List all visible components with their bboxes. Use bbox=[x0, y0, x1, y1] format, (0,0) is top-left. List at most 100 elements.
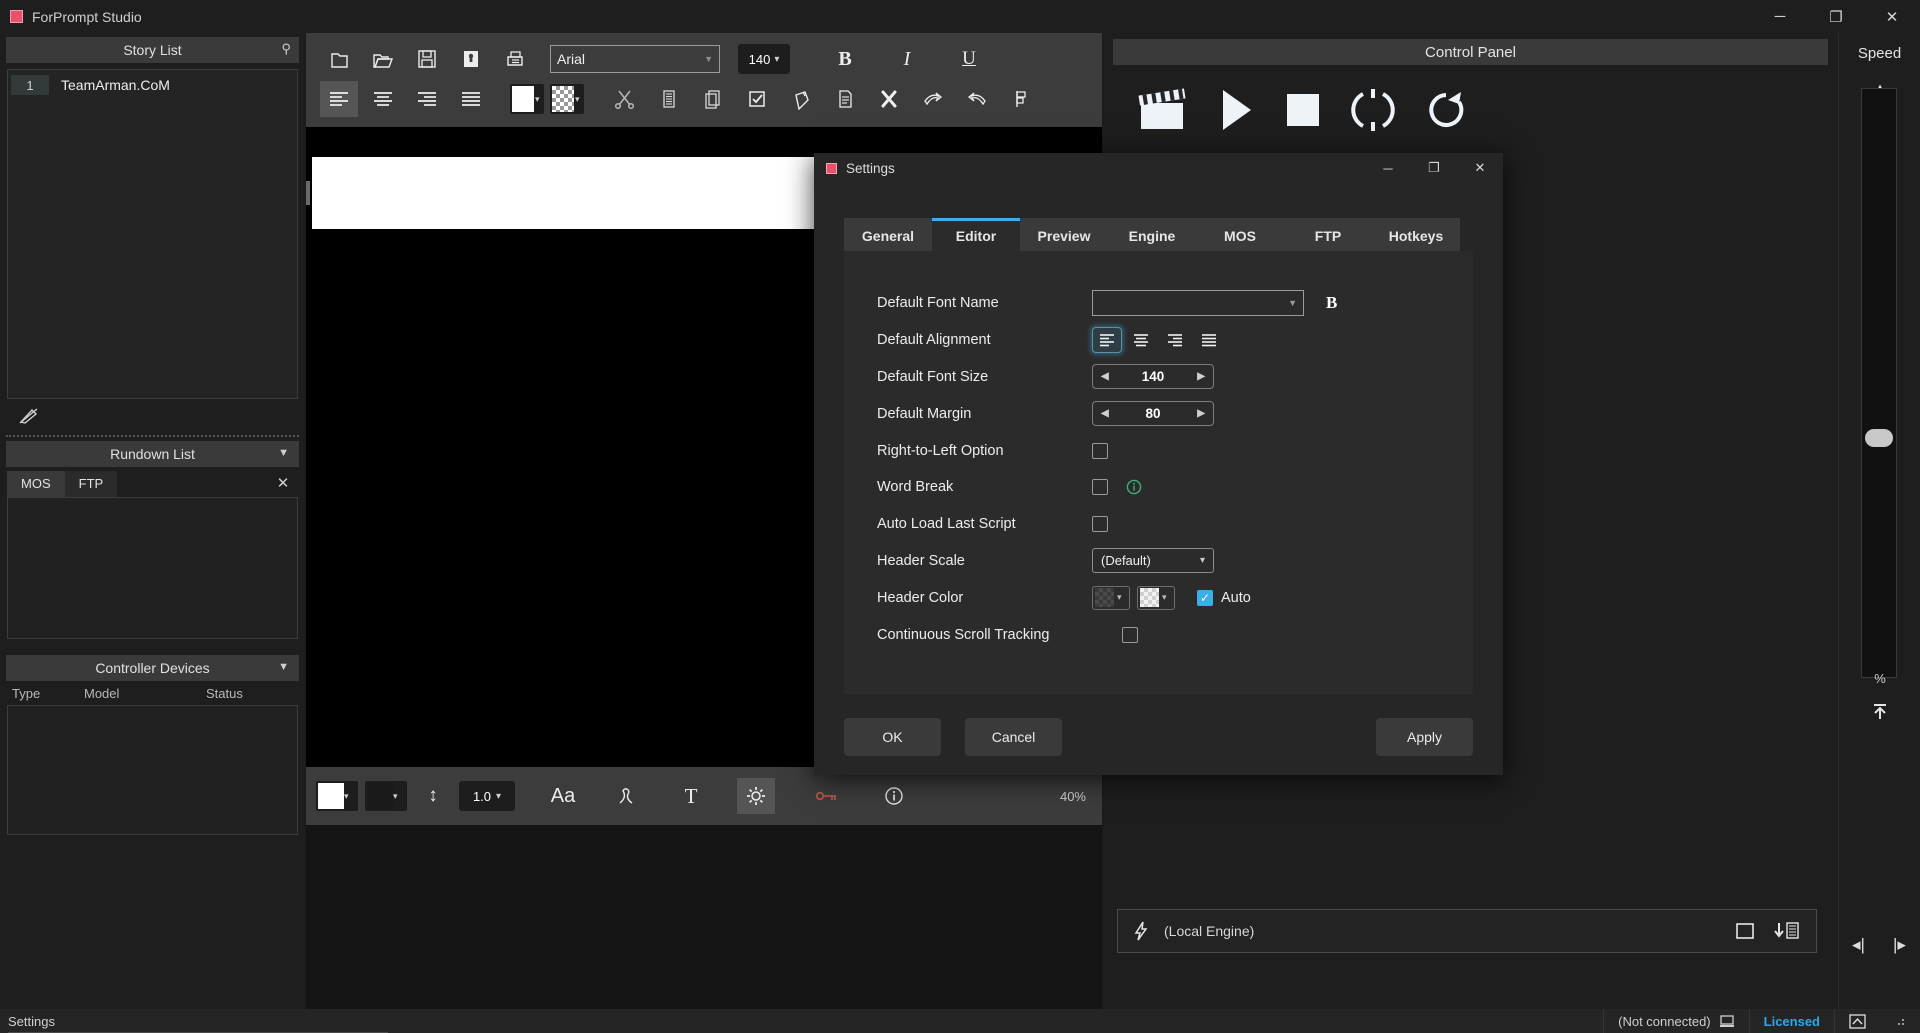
engine-status-row[interactable]: (Local Engine) bbox=[1117, 909, 1817, 953]
right-to-left-checkbox[interactable] bbox=[1092, 442, 1108, 459]
header-scale-select[interactable]: (Default) ▾ bbox=[1092, 548, 1214, 574]
default-align-right-icon[interactable] bbox=[1160, 327, 1190, 353]
rundown-items[interactable] bbox=[7, 497, 298, 639]
default-font-size-stepper[interactable]: ◀ 140 ▶ bbox=[1092, 364, 1214, 390]
loop-icon[interactable] bbox=[1349, 86, 1397, 134]
settings-maximize-button[interactable]: ❐ bbox=[1411, 153, 1457, 183]
select-all-icon[interactable] bbox=[738, 81, 776, 117]
rundown-close-icon[interactable]: ✕ bbox=[268, 471, 298, 497]
story-list-box[interactable]: 1 TeamArman.CoM bbox=[7, 69, 298, 399]
speed-slider[interactable] bbox=[1861, 88, 1897, 678]
maximize-button[interactable]: ❐ bbox=[1808, 0, 1864, 33]
chevron-down-icon-2[interactable]: ▼ bbox=[278, 661, 289, 673]
info-icon-editor[interactable] bbox=[875, 778, 913, 814]
page-handle[interactable] bbox=[306, 181, 310, 205]
settings-gear-icon[interactable] bbox=[737, 778, 775, 814]
connection-status[interactable]: (Not connected) bbox=[1603, 1009, 1749, 1033]
align-right-icon[interactable] bbox=[408, 81, 446, 117]
tab-engine[interactable]: Engine bbox=[1108, 218, 1196, 251]
tab-ftp[interactable]: FTP bbox=[64, 471, 118, 497]
settings-minimize-button[interactable]: ─ bbox=[1365, 153, 1411, 183]
header-color-dark-picker[interactable]: ▾ bbox=[1092, 585, 1130, 610]
resize-grip-icon[interactable] bbox=[1880, 1009, 1920, 1033]
tab-preview[interactable]: Preview bbox=[1020, 218, 1108, 251]
highlight-color-picker[interactable]: ▾ bbox=[550, 84, 584, 114]
margin-decrement-icon[interactable]: ◀ bbox=[1101, 408, 1109, 419]
tab-general[interactable]: General bbox=[844, 218, 932, 251]
align-center-icon[interactable] bbox=[364, 81, 402, 117]
text-color-picker[interactable]: ▾ bbox=[510, 84, 544, 114]
paste-icon[interactable] bbox=[782, 81, 820, 117]
jump-top-icon[interactable] bbox=[1839, 695, 1920, 729]
default-margin-stepper[interactable]: ◀ 80 ▶ bbox=[1092, 401, 1214, 427]
fullscreen-icon[interactable] bbox=[1734, 922, 1756, 940]
open-folder-icon[interactable] bbox=[364, 41, 402, 77]
cancel-button[interactable]: Cancel bbox=[965, 718, 1062, 756]
header-color-auto-checkbox[interactable]: ✓ bbox=[1197, 589, 1213, 606]
font-name-select[interactable]: Arial ▼ bbox=[550, 45, 720, 73]
default-align-center-icon[interactable] bbox=[1126, 327, 1156, 353]
document-icon[interactable] bbox=[826, 81, 864, 117]
save-icon[interactable] bbox=[408, 41, 446, 77]
word-break-checkbox[interactable] bbox=[1092, 479, 1108, 496]
indent-increase-icon[interactable] bbox=[914, 81, 952, 117]
clapperboard-icon[interactable] bbox=[1135, 87, 1191, 133]
default-align-justify-icon[interactable] bbox=[1194, 327, 1224, 353]
bg-color-picker[interactable]: ▾ bbox=[316, 781, 358, 811]
bold-button[interactable]: B bbox=[826, 41, 864, 77]
italic-button[interactable]: I bbox=[888, 41, 926, 77]
auto-load-last-script-checkbox[interactable] bbox=[1092, 516, 1108, 533]
copy-icon[interactable] bbox=[694, 81, 732, 117]
line-height-select[interactable]: 1.0 ▾ bbox=[459, 781, 515, 811]
tab-editor[interactable]: Editor bbox=[932, 218, 1020, 251]
chevron-down-icon[interactable]: ▼ bbox=[278, 447, 289, 459]
pin-icon[interactable]: ⚲ bbox=[281, 41, 291, 57]
settings-close-button[interactable]: ✕ bbox=[1457, 153, 1503, 183]
special-char-icon[interactable] bbox=[607, 778, 645, 814]
save-as-icon[interactable] bbox=[452, 41, 490, 77]
tab-hotkeys[interactable]: Hotkeys bbox=[1372, 218, 1460, 251]
ok-button[interactable]: OK bbox=[844, 718, 941, 756]
rewind-icon[interactable] bbox=[1421, 86, 1471, 134]
list-item[interactable]: 1 TeamArman.CoM bbox=[11, 74, 294, 96]
tab-ftp[interactable]: FTP bbox=[1284, 218, 1372, 251]
header-color-light-picker[interactable]: ▾ bbox=[1137, 585, 1175, 610]
collapse-icon[interactable] bbox=[1834, 1009, 1880, 1033]
script-page[interactable] bbox=[312, 157, 822, 229]
panel-splitter[interactable] bbox=[6, 435, 299, 437]
close-button[interactable]: ✕ bbox=[1864, 0, 1920, 33]
tab-mos[interactable]: MOS bbox=[1196, 218, 1284, 251]
next-icon[interactable]: |▸ bbox=[1893, 935, 1906, 955]
cut-icon[interactable] bbox=[606, 81, 644, 117]
default-font-name-select[interactable]: ▼ bbox=[1092, 290, 1304, 317]
fg-color-picker[interactable]: ▾ bbox=[365, 781, 407, 811]
font-case-icon[interactable]: Aa bbox=[544, 778, 582, 814]
indent-decrease-icon[interactable] bbox=[958, 81, 996, 117]
text-tool-icon[interactable]: T bbox=[672, 778, 710, 814]
edit-off-icon[interactable] bbox=[18, 407, 40, 425]
align-justify-icon[interactable] bbox=[452, 81, 490, 117]
default-font-bold-toggle[interactable]: B bbox=[1326, 293, 1337, 313]
stop-icon[interactable] bbox=[1281, 88, 1325, 132]
info-icon[interactable] bbox=[1126, 479, 1142, 495]
default-align-left-icon[interactable] bbox=[1092, 327, 1122, 354]
minimize-button[interactable]: ─ bbox=[1752, 0, 1808, 33]
font-size-select[interactable]: 140 ▾ bbox=[738, 44, 790, 74]
load-script-icon[interactable] bbox=[1772, 921, 1802, 941]
speed-slider-thumb[interactable] bbox=[1865, 429, 1893, 447]
font-size-decrement-icon[interactable]: ◀ bbox=[1101, 371, 1109, 382]
play-icon[interactable] bbox=[1215, 86, 1257, 134]
print-icon[interactable] bbox=[496, 41, 534, 77]
align-left-icon[interactable] bbox=[320, 81, 358, 117]
font-size-increment-icon[interactable]: ▶ bbox=[1197, 371, 1205, 382]
continuous-scroll-tracking-checkbox[interactable] bbox=[1122, 626, 1138, 643]
clear-icon[interactable] bbox=[870, 81, 908, 117]
new-file-icon[interactable] bbox=[320, 41, 358, 77]
apply-button[interactable]: Apply bbox=[1376, 718, 1473, 756]
underline-button[interactable]: U bbox=[950, 41, 988, 77]
controller-devices-table[interactable] bbox=[7, 705, 298, 835]
prev-icon[interactable]: ◂| bbox=[1852, 935, 1865, 955]
tab-mos[interactable]: MOS bbox=[7, 471, 65, 497]
margin-increment-icon[interactable]: ▶ bbox=[1197, 408, 1205, 419]
marker-icon[interactable] bbox=[1002, 81, 1040, 117]
